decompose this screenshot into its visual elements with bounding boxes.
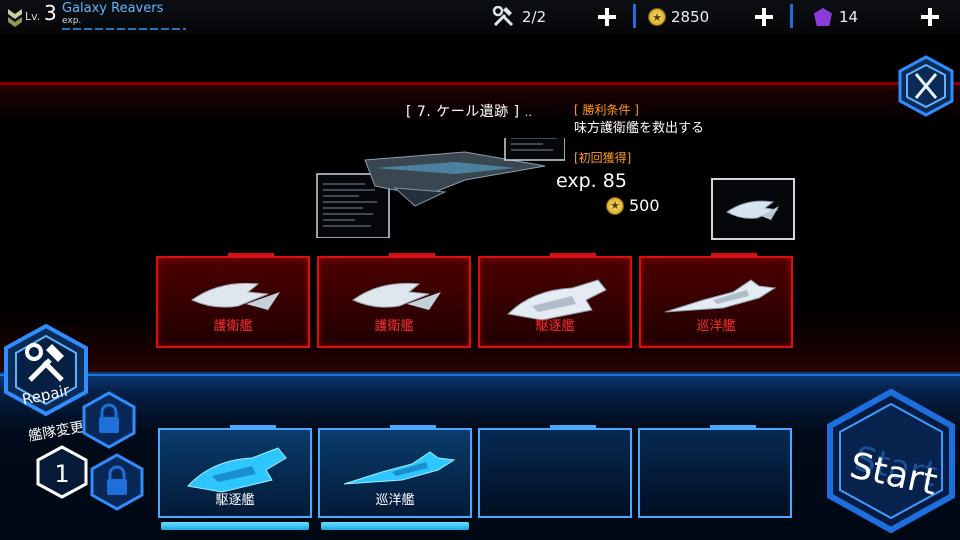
level-value: 3	[44, 1, 57, 25]
coin-icon: ★	[648, 8, 666, 26]
rank-chevron-icon	[8, 9, 22, 27]
coin-counter: ★ 2850	[648, 4, 709, 30]
ship-hp-bar	[321, 522, 469, 530]
victory-condition-heading: [ 勝利条件 ]	[574, 103, 639, 117]
locked-fleet-slot[interactable]	[80, 390, 138, 450]
escort-ship-icon	[352, 282, 441, 310]
ship-hp-bar	[161, 522, 309, 530]
enemy-ship-label: 巡洋艦	[696, 319, 736, 334]
repair-button[interactable]: Repair	[0, 322, 92, 418]
enemy-flagship-icon	[316, 138, 565, 238]
add-gems-button[interactable]	[918, 5, 942, 29]
fleet-number-button[interactable]: 1	[34, 444, 90, 500]
first-reward-heading: [初回獲得]	[574, 151, 632, 165]
reward-coins: ★ 500	[606, 196, 660, 215]
repair-count: 2/2	[522, 8, 547, 26]
divider	[790, 4, 793, 28]
empty-ship-slot[interactable]	[478, 425, 632, 518]
player-name: Galaxy Reavers	[62, 1, 164, 16]
wrench-hammer-icon	[492, 6, 514, 27]
add-repair-button[interactable]	[595, 5, 619, 29]
enemy-ship-label: 護衛艦	[374, 319, 414, 334]
cruiser-ship-icon	[343, 451, 456, 485]
reward-ship-box[interactable]	[711, 178, 795, 240]
escort-ship-icon	[191, 282, 280, 310]
enemy-ship-card: 巡洋艦	[639, 253, 793, 348]
player-fleet-border	[0, 374, 960, 376]
player-ship-label: 巡洋艦	[375, 493, 415, 508]
enemy-ship-card: 駆逐艦	[478, 253, 632, 348]
close-button[interactable]	[896, 54, 956, 118]
mission-panel-border	[0, 82, 960, 85]
start-button[interactable]: Start Start	[822, 386, 960, 536]
locked-fleet-slot[interactable]	[88, 452, 146, 512]
enemy-ship-card: 護衛艦	[317, 253, 471, 348]
coin-count: 2850	[671, 8, 710, 26]
escort-ship-icon	[726, 200, 779, 220]
level-label: Lv.	[25, 10, 41, 23]
gem-counter: 14	[814, 4, 858, 30]
gem-count: 14	[839, 8, 859, 26]
exp-bar	[62, 28, 186, 30]
gem-icon	[814, 8, 832, 26]
victory-condition-text: 味方護衛艦を救出する	[574, 121, 705, 136]
player-ship-label: 駆逐艦	[215, 493, 255, 508]
enemy-ship-label: 駆逐艦	[535, 319, 575, 334]
reward-coin-value: 500	[629, 196, 660, 215]
coin-icon: ★	[606, 196, 624, 215]
enemy-ship-card: 護衛艦	[156, 253, 310, 348]
empty-ship-slot[interactable]	[638, 425, 792, 518]
enemy-ship-label: 護衛艦	[213, 319, 253, 334]
exp-label: exp.	[62, 16, 82, 26]
mission-title: [ 7. ケール遺跡 ] ‥	[406, 104, 533, 120]
reward-exp: exp. 85	[556, 170, 627, 192]
add-coins-button[interactable]	[752, 5, 776, 29]
divider	[633, 4, 636, 28]
svg-text:1: 1	[54, 460, 69, 488]
player-ship-slot[interactable]: 巡洋艦	[318, 425, 472, 518]
repair-counter: 2/2	[492, 4, 546, 30]
player-ship-slot[interactable]: 駆逐艦	[158, 425, 312, 518]
